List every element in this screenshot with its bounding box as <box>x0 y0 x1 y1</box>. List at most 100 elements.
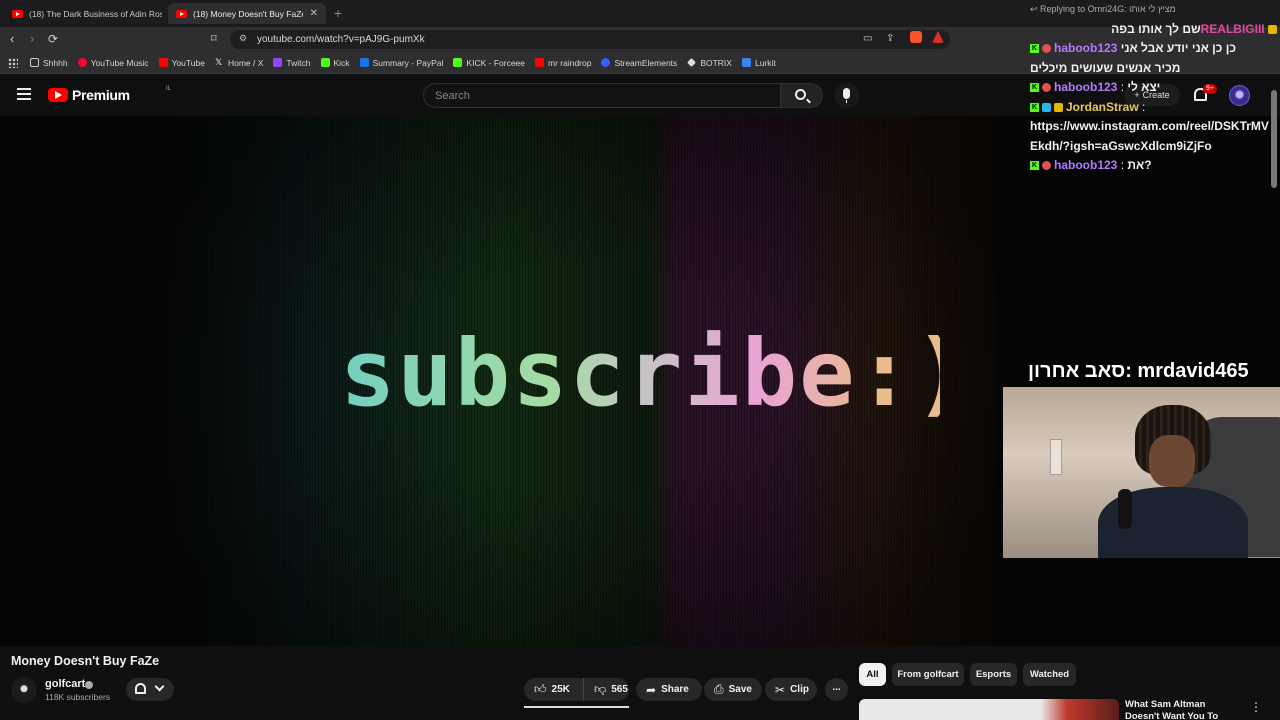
save-bookmark-icon: ⎙ <box>714 682 724 696</box>
chat-username: REALBIGIII <box>1200 21 1265 36</box>
kick-badge-icon: K <box>1030 83 1039 93</box>
paypal-icon <box>359 58 369 67</box>
twitch-icon <box>273 58 283 67</box>
like-dislike-group: 👍︎ 25K 👎︎ 565 <box>524 678 629 701</box>
wall-poster <box>1050 439 1062 475</box>
user-badge-icon <box>1042 44 1051 54</box>
youtube-favicon-icon <box>176 9 187 18</box>
forward-icon[interactable]: › <box>30 32 34 46</box>
dislike-button[interactable]: 👎︎ 565 <box>584 678 628 701</box>
browser-tab[interactable]: (18) The Dark Business of Adin Ross <box>4 3 162 24</box>
chip-from-channel[interactable]: From golfcart <box>892 663 964 686</box>
tab-title: (18) Money Doesn't Buy FaZe - Y <box>193 8 303 19</box>
chip-watched[interactable]: Watched <box>1023 663 1076 686</box>
chevron-down-icon <box>154 681 165 692</box>
user-badge-icon <box>1042 83 1051 93</box>
bookmark-item[interactable]: Lurkit <box>741 58 776 68</box>
bookmark-icon[interactable]: ⌑ <box>211 32 217 46</box>
kick-icon <box>453 58 463 67</box>
youtube-icon <box>535 58 544 67</box>
streamer-webcam <box>1003 387 1280 558</box>
bookmark-item[interactable]: KICK - Forceee <box>453 58 525 68</box>
clip-button[interactable]: ✂ Clip <box>765 678 817 701</box>
logo-text: Premium <box>72 87 130 103</box>
subscriber-count: 118K subscribers <box>45 692 111 702</box>
kick-badge-icon: K <box>1030 44 1039 54</box>
channel-avatar[interactable] <box>11 677 37 703</box>
bookmark-item[interactable]: mr raindrop <box>535 58 591 68</box>
bookmark-item[interactable]: Kick <box>320 58 350 68</box>
save-button[interactable]: ⎙ Save <box>704 678 762 701</box>
bookmark-item[interactable]: 𝕏 Home / X <box>215 58 263 68</box>
url-text: youtube.com/watch?v=pAJ9G-pumXk <box>257 34 425 45</box>
new-tab-button[interactable]: + <box>334 5 342 21</box>
search-icon <box>795 89 806 100</box>
chip-esports[interactable]: Esports <box>970 663 1017 686</box>
browser-tab-active[interactable]: (18) Money Doesn't Buy FaZe - Y ✕ <box>168 3 326 24</box>
chip-all[interactable]: All <box>859 663 886 686</box>
site-info-icon[interactable]: ⚙ <box>239 33 247 44</box>
bookmark-item[interactable]: YouTube Music <box>77 58 149 68</box>
search-box <box>423 83 781 108</box>
reply-note: ↩ Replying to Omri24G: מציץ לי אותו <box>1030 4 1176 14</box>
brave-shield-icon[interactable] <box>910 31 922 43</box>
chat-message: K JordanStraw : <box>1030 99 1146 114</box>
chat-message: Khaboob123 כן כן אני יודע אבל אני <box>1030 41 1236 55</box>
chat-username: haboob123 <box>1054 158 1118 172</box>
like-button[interactable]: 👍︎ 25K <box>524 678 584 701</box>
bell-icon <box>135 683 146 694</box>
youtube-icon <box>158 58 168 67</box>
cast-icon[interactable]: ▭ <box>863 32 872 46</box>
thumbs-down-icon: 👎︎ <box>594 682 607 696</box>
bookmark-item[interactable]: BOTRIX <box>687 58 732 68</box>
more-actions-button[interactable]: ... <box>825 678 848 701</box>
badge-icon <box>1054 102 1063 112</box>
subscription-bell-button[interactable] <box>126 678 174 701</box>
bookmark-item[interactable]: Shhhh <box>30 58 68 68</box>
apps-grid-icon[interactable] <box>8 58 18 68</box>
x-icon: 𝕏 <box>214 57 223 67</box>
microphone <box>1118 489 1132 529</box>
youtube-premium-logo[interactable]: Premium IL <box>48 86 171 103</box>
reload-icon[interactable]: ⟳ <box>48 32 58 46</box>
lurkit-icon <box>741 58 751 67</box>
user-badge-icon <box>1042 161 1051 171</box>
chat-link: https://www.instagram.com/reel/DSKTrMVEk… <box>1030 119 1269 153</box>
chat-username: haboob123 <box>1054 80 1118 94</box>
share-page-icon[interactable]: ⇪ <box>886 32 894 46</box>
video-title: Money Doesn't Buy FaZe <box>11 654 160 668</box>
bookmark-item[interactable]: StreamElements <box>601 58 677 68</box>
stream-chat-overlay: ↩ Replying to Omri24G: מציץ לי אותו שם ל… <box>1030 0 1280 190</box>
verified-icon <box>85 681 93 689</box>
chat-message: שם לך אותו בפהREALBIGIII <box>1030 20 1280 40</box>
like-ratio-bar <box>524 706 629 708</box>
chat-message: Khaboob123 : את? <box>1030 158 1152 172</box>
search-input[interactable] <box>424 84 780 107</box>
channel-name[interactable]: golfcart <box>45 678 85 690</box>
bookmark-item[interactable]: YouTube <box>158 58 205 68</box>
share-button[interactable]: ➦ Share <box>636 678 702 701</box>
youtube-favicon-icon <box>12 9 23 18</box>
logo-country-code: IL <box>166 86 172 92</box>
chat-username: haboob123 <box>1054 41 1118 55</box>
address-bar[interactable]: ⚙ youtube.com/watch?v=pAJ9G-pumXk <box>230 30 950 49</box>
badge-icon <box>1042 102 1051 112</box>
more-vert-icon[interactable]: ⋮ <box>1250 700 1262 714</box>
bookmark-item[interactable]: Twitch <box>273 58 311 68</box>
botrix-icon <box>687 58 697 67</box>
back-icon[interactable]: ‹ <box>10 32 14 46</box>
search-button[interactable] <box>781 83 823 108</box>
recommended-title[interactable]: What Sam Altman Doesn't Want You To Know <box>1125 699 1240 720</box>
recommended-thumbnail[interactable] <box>859 699 1119 720</box>
chat-username: JordanStraw <box>1066 99 1139 114</box>
thumbs-up-icon: 👍︎ <box>534 682 547 696</box>
folder-icon <box>30 58 39 67</box>
close-tab-icon[interactable]: ✕ <box>310 8 318 19</box>
last-sub-label: סאב אחרון: mrdavid465 <box>1028 360 1249 382</box>
kick-icon <box>320 58 330 67</box>
voice-search-button[interactable] <box>834 83 859 108</box>
share-icon: ➦ <box>646 682 657 697</box>
menu-icon[interactable] <box>17 88 31 100</box>
scissors-icon: ✂ <box>775 682 786 697</box>
bookmark-item[interactable]: Summary - PayPal <box>359 58 443 68</box>
